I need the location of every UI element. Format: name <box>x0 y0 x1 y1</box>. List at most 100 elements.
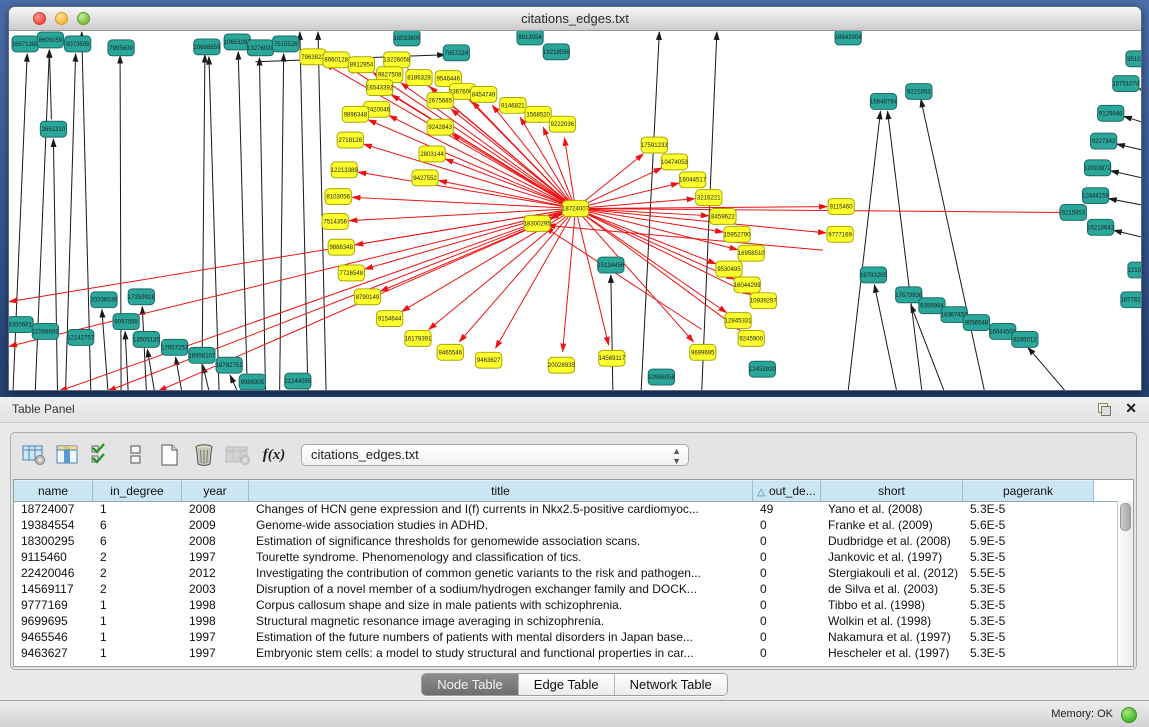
graph-edge[interactable] <box>300 32 308 390</box>
graph-node[interactable]: 7515526 <box>273 36 299 52</box>
graph-edge[interactable] <box>565 138 576 209</box>
cell-title[interactable]: Investigating the contribution of common… <box>249 565 753 581</box>
graph-node[interactable]: 9221853 <box>906 84 932 100</box>
cell-title[interactable]: Corpus callosum shape and size in male p… <box>249 597 753 613</box>
table-row[interactable]: 946554611997Estimation of the future num… <box>14 629 1118 645</box>
cell-in_degree[interactable]: 2 <box>93 549 182 565</box>
graph-node[interactable]: 12213389 <box>331 162 359 178</box>
cell-out_de[interactable]: 0 <box>753 565 821 581</box>
graph-node[interactable]: 8186328 <box>406 70 432 86</box>
cell-name[interactable]: 9463627 <box>14 645 93 661</box>
cell-name[interactable]: 22420046 <box>14 565 93 581</box>
table-row[interactable]: 1872400712008Changes of HCN gene express… <box>14 501 1118 517</box>
graph-edge[interactable] <box>641 32 659 390</box>
graph-edge[interactable] <box>1124 116 1141 126</box>
graph-node[interactable]: 2675685 <box>427 92 453 108</box>
graph-node[interactable]: 16793295 <box>860 267 888 283</box>
graph-node[interactable]: 16210643 <box>1087 219 1115 235</box>
graph-node[interactable]: 16671388 <box>12 36 40 52</box>
cell-in_degree[interactable]: 6 <box>93 517 182 533</box>
graph-node[interactable]: 15134456 <box>597 257 625 273</box>
column-header-out_de[interactable]: △out_de... <box>753 480 821 501</box>
row-height-icon[interactable] <box>121 441 151 469</box>
create-new-column-icon[interactable] <box>155 441 185 469</box>
graph-node[interactable]: 2651310 <box>40 121 66 137</box>
graph-edge[interactable] <box>147 349 154 390</box>
table-row[interactable]: 977716911998Corpus callosum shape and si… <box>14 597 1118 613</box>
graph-node[interactable]: 8912954 <box>348 57 374 73</box>
tab-edge-table[interactable]: Edge Table <box>518 674 614 695</box>
cell-short[interactable]: Jankovic et al. (1997) <box>821 549 963 565</box>
cell-out_de[interactable]: 0 <box>753 629 821 645</box>
graph-node[interactable]: 16033809 <box>393 31 421 46</box>
graph-node[interactable]: 11568693 <box>32 324 59 340</box>
table-row[interactable]: 911546021997Tourette syndrome. Phenomeno… <box>14 549 1118 565</box>
graph-edge[interactable] <box>259 58 265 390</box>
table-row[interactable]: 946362711997Embryonic stem cells: a mode… <box>14 645 1118 661</box>
graph-node[interactable]: 9245012 <box>1012 331 1038 347</box>
graph-edge[interactable] <box>459 209 575 342</box>
graph-node[interactable]: 18843904 <box>835 31 863 45</box>
column-header-pagerank[interactable]: pagerank <box>963 480 1094 501</box>
graph-node[interactable]: 9510609 <box>1126 51 1141 67</box>
graph-edge[interactable] <box>318 32 326 390</box>
cell-name[interactable]: 14569117 <box>14 581 93 597</box>
graph-node[interactable]: 3216221 <box>696 190 722 206</box>
graph-node[interactable]: 16179391 <box>405 330 433 346</box>
graph-edge[interactable] <box>1139 89 1141 97</box>
cell-title[interactable]: Structural magnetic resonance image aver… <box>249 613 753 629</box>
cell-title[interactable]: Disruption of a novel member of a sodium… <box>249 581 753 597</box>
graph-edge[interactable] <box>53 139 57 390</box>
graph-edge[interactable] <box>13 54 27 390</box>
graph-node[interactable]: 14569117 <box>599 350 626 366</box>
cell-pagerank[interactable]: 5.3E-5 <box>963 581 1094 597</box>
cell-in_degree[interactable]: 1 <box>93 629 182 645</box>
graph-node[interactable]: 7905600 <box>108 40 134 56</box>
cell-year[interactable]: 2009 <box>182 517 249 533</box>
graph-node[interactable]: 9097588 <box>113 314 139 330</box>
graph-node[interactable]: 9073509 <box>65 36 91 52</box>
graph-node[interactable]: 9896348 <box>342 106 368 122</box>
graph-edge[interactable] <box>9 209 576 347</box>
column-header-name[interactable]: name <box>14 480 93 501</box>
cell-year[interactable]: 2003 <box>182 581 249 597</box>
graph-node[interactable]: 21244095 <box>284 373 312 389</box>
graph-edge[interactable] <box>576 207 827 209</box>
graph-node[interactable]: 10939297 <box>750 293 778 309</box>
cell-short[interactable]: Wolkin et al. (1998) <box>821 613 963 629</box>
citation-network-graph[interactable]: 7963822866012889129541322605898275081654… <box>9 31 1141 390</box>
cell-short[interactable]: Dudbridge et al. (2008) <box>821 533 963 549</box>
cell-name[interactable]: 19384554 <box>14 517 93 533</box>
graph-node[interactable]: 20668659 <box>193 39 221 55</box>
cell-short[interactable]: Nakamura et al. (1997) <box>821 629 963 645</box>
cell-out_de[interactable]: 0 <box>753 581 821 597</box>
graph-hub-node[interactable]: 18724007 <box>562 201 590 217</box>
cell-name[interactable]: 9699695 <box>14 613 93 629</box>
graph-node[interactable]: 12453920 <box>749 361 777 377</box>
graph-edge[interactable] <box>1114 230 1141 240</box>
graph-node[interactable]: 8459622 <box>710 209 736 225</box>
graph-node[interactable]: 16648794 <box>870 93 898 109</box>
cell-title[interactable]: Estimation of the future numbers of pati… <box>249 629 753 645</box>
delete-columns-icon[interactable] <box>189 441 219 469</box>
graph-node[interactable]: 7726548 <box>338 265 364 281</box>
graph-edge[interactable] <box>108 209 576 390</box>
column-header-in_degree[interactable]: in_degree <box>93 480 182 501</box>
cell-pagerank[interactable]: 5.3E-5 <box>963 645 1094 661</box>
graph-node[interactable]: 8350661 <box>9 317 33 333</box>
graph-node[interactable]: 9699695 <box>690 344 716 360</box>
graph-node[interactable]: 2803144 <box>419 146 445 162</box>
graph-node[interactable]: 16044299 <box>734 277 762 293</box>
graph-node[interactable]: 7857224 <box>443 45 469 61</box>
cell-year[interactable]: 2008 <box>182 533 249 549</box>
cell-pagerank[interactable]: 5.9E-5 <box>963 533 1094 549</box>
cell-pagerank[interactable]: 5.3E-5 <box>963 629 1094 645</box>
table-selector-dropdown[interactable]: citations_edges.txt ▲▼ <box>301 444 689 466</box>
cell-year[interactable]: 2012 <box>182 565 249 581</box>
cell-short[interactable]: Tibbo et al. (1998) <box>821 597 963 613</box>
cell-out_de[interactable]: 49 <box>753 501 821 517</box>
graph-edge[interactable] <box>120 56 121 390</box>
cell-short[interactable]: Franke et al. (2009) <box>821 517 963 533</box>
graph-node[interactable]: 8605059 <box>37 32 63 48</box>
cell-title[interactable]: Embryonic stem cells: a model to study s… <box>249 645 753 661</box>
